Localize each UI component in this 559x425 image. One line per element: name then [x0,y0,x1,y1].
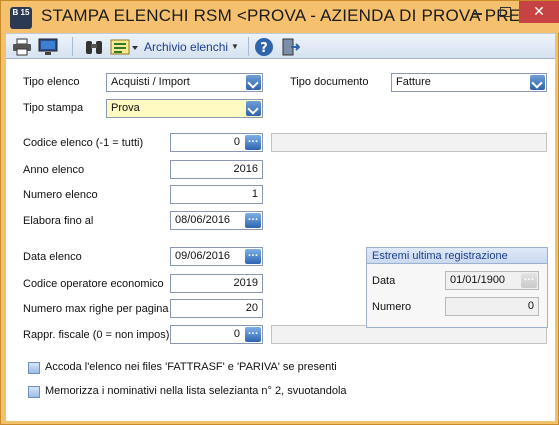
estremi-numero-field: 0 [445,297,539,316]
estremi-group-title: Estremi ultima registrazione [367,248,547,264]
data-elenco-label: Data elenco [23,251,82,263]
anno-elenco-label: Anno elenco [23,164,85,176]
monitor-icon[interactable] [38,36,60,57]
rappr-fiscale-label: Rappr. fiscale (0 = non impos) [23,329,170,341]
numero-elenco-field[interactable]: 1 [170,185,263,204]
tipo-documento-value: Fatture [396,76,431,88]
close-button[interactable]: ✕ [519,1,559,23]
toolbar: Archivio elenchi ▼ ? [6,33,555,59]
codice-elenco-value: 0 [233,136,240,148]
help-icon[interactable]: ? [254,36,276,57]
chevron-down-icon[interactable] [246,101,261,116]
tipo-stampa-label: Tipo stampa [23,102,84,114]
tipo-elenco-select[interactable]: Acquisti / Import [106,73,263,92]
rappr-fiscale-field[interactable]: 0 … [170,325,263,344]
anno-elenco-field[interactable]: 2016 [170,160,263,179]
tipo-stampa-value: Prova [111,102,140,114]
tipo-elenco-label: Tipo elenco [23,76,80,88]
estremi-data-label: Data [372,275,396,287]
main-window: B 15 STAMPA ELENCHI RSM <PROVA - AZIENDA… [0,0,559,425]
chevron-down-icon: ▼ [231,42,239,51]
memorizza-checkbox[interactable] [28,386,40,398]
grid-options-icon[interactable] [110,36,142,57]
window-title: STAMPA ELENCHI RSM <PROVA - AZIENDA DI P… [41,6,531,25]
exit-icon[interactable] [280,36,302,57]
estremi-group: Estremi ultima registrazione Data 01/01/… [366,247,548,328]
accoda-checkbox-label[interactable]: Accoda l'elenco nei files 'FATTRASF' e '… [45,361,337,373]
lookup-button[interactable]: … [245,326,261,342]
codice-operatore-label: Codice operatore economico [23,278,164,290]
rappr-fiscale-value: 0 [233,328,240,340]
estremi-data-field: 01/01/1900 … [445,271,539,290]
calendar-button[interactable]: … [245,248,261,264]
chevron-down-icon[interactable] [530,75,545,90]
codice-elenco-description [271,133,547,152]
codice-operatore-field[interactable]: 2019 [170,274,263,293]
tipo-documento-label: Tipo documento [290,76,369,88]
print-icon[interactable] [12,36,34,57]
numero-max-righe-label: Numero max righe per pagina [23,303,169,315]
elabora-fino-value: 08/06/2016 [175,214,231,226]
minimize-button[interactable] [463,1,491,23]
accoda-checkbox[interactable] [28,362,40,374]
tipo-elenco-value: Acquisti / Import [111,76,190,88]
memorizza-checkbox-label[interactable]: Memorizza i nominativi nella lista selez… [45,385,347,397]
chevron-down-icon[interactable] [246,75,261,90]
calendar-button[interactable]: … [245,212,261,228]
data-elenco-field[interactable]: 09/06/2016 … [170,247,263,266]
data-elenco-value: 09/06/2016 [175,250,231,262]
form-panel: Tipo elenco Acquisti / Import Tipo docum… [6,59,555,421]
maximize-button[interactable] [491,1,519,23]
toolbar-separator [248,37,249,56]
archive-menu[interactable]: Archivio elenchi ▼ [144,36,244,57]
title-bar[interactable]: B 15 STAMPA ELENCHI RSM <PROVA - AZIENDA… [1,1,559,33]
archive-menu-label: Archivio elenchi [144,39,229,54]
estremi-data-value: 01/01/1900 [450,274,506,286]
tipo-documento-select[interactable]: Fatture [391,73,547,92]
lookup-button[interactable]: … [245,134,261,150]
codice-elenco-label: Codice elenco (-1 = tutti) [23,137,144,149]
codice-elenco-field[interactable]: 0 … [170,133,263,152]
numero-max-righe-field[interactable]: 20 [170,299,263,318]
elabora-fino-label: Elabora fino al [23,215,94,227]
app-icon: B 15 [10,7,32,29]
binoculars-icon[interactable] [84,36,106,57]
toolbar-separator [72,37,73,56]
elabora-fino-field[interactable]: 08/06/2016 … [170,211,263,230]
numero-elenco-label: Numero elenco [23,189,98,201]
svg-text:?: ? [260,41,268,56]
estremi-numero-label: Numero [372,301,412,313]
calendar-button: … [521,272,537,288]
tipo-stampa-select[interactable]: Prova [106,99,263,118]
